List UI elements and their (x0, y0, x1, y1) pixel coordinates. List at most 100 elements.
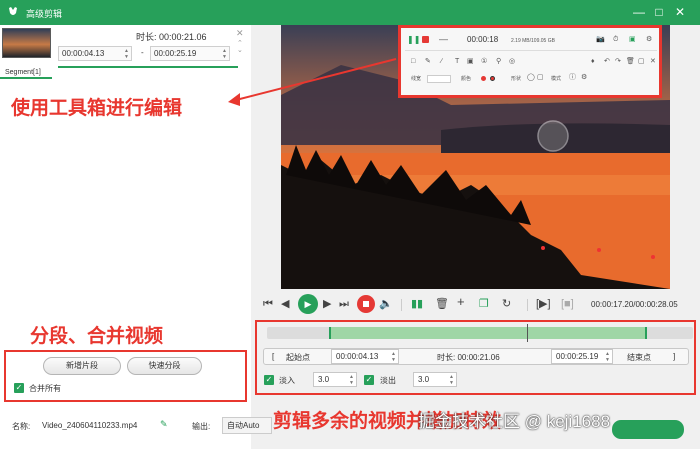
segment-start-time-field[interactable]: 00:00:04.13 ▲ ▼ (58, 46, 132, 61)
end-point-label[interactable]: 结束点 (627, 352, 651, 363)
start-point-label[interactable]: 起始点 (286, 352, 310, 363)
time-separator: - (141, 48, 144, 57)
segment-panel: Segment[1] 时长: 00:00:21.06 00:00:04.13 ▲… (0, 25, 251, 449)
segment-thumbnail[interactable] (2, 28, 51, 58)
line-tool-icon[interactable]: ∕ (441, 58, 442, 66)
callout-merge: 分段、合并视频 (30, 326, 164, 347)
fade-in-checkbox[interactable]: ✓ (264, 375, 274, 385)
move-down-icon[interactable]: ⌄ (237, 46, 243, 54)
stop-icon[interactable] (422, 36, 429, 43)
fade-in-value: 3.0 (318, 375, 330, 384)
pen-tool-icon[interactable]: ✎ (425, 58, 431, 66)
timer-icon[interactable]: ⏱ (613, 36, 618, 44)
settings-icon[interactable]: ⚙ (646, 36, 652, 44)
start-bracket: [ (272, 352, 275, 361)
add-icon[interactable]: + (457, 295, 465, 308)
image-tool-icon[interactable]: ▣ (467, 58, 474, 66)
color-swatch-red[interactable] (481, 76, 486, 81)
shape-circle-icon[interactable]: ◯ (527, 74, 535, 82)
copy-icon[interactable]: ❐ (479, 298, 489, 310)
spinner-icon[interactable]: ▲ ▼ (349, 374, 354, 386)
save-button[interactable] (612, 420, 684, 439)
playback-controls: ⏮ ◀ ▶ ▶ ⏭ 🔈 ▮▮ 🗑 + ❐ ↻ [▶] [■] 00:00:17.… (251, 293, 700, 315)
frame-forward-icon[interactable]: ▶ (323, 298, 331, 310)
save-snapshot-icon[interactable]: ▢ (638, 58, 645, 66)
minimize-toolbar-icon[interactable]: — (439, 35, 448, 44)
time-display: 00:00:17.20/00:00:28.05 (591, 300, 678, 309)
spinner-icon[interactable]: ▲ ▼ (605, 351, 610, 363)
delete-segment-icon[interactable]: ✕ (236, 28, 244, 39)
skip-start-icon[interactable]: ⏮ (263, 298, 273, 310)
trim-end-field[interactable]: 00:00:25.19 ▲ ▼ (551, 349, 613, 364)
fade-out-checkbox[interactable]: ✓ (364, 375, 374, 385)
new-segment-button[interactable]: 新增片段 (43, 357, 121, 375)
trim-end-time: 00:00:25.19 (556, 352, 599, 361)
reset-icon[interactable]: ↻ (502, 298, 511, 310)
mark-in-icon[interactable]: [▶] (536, 298, 551, 310)
play-icon[interactable]: ▶ (298, 294, 318, 314)
number-tool-icon[interactable]: ① (481, 58, 487, 66)
eraser-icon[interactable]: ♦ (591, 58, 595, 66)
segment-progress-bar (58, 66, 238, 68)
text-tool-icon[interactable]: T (455, 58, 459, 66)
color-label: 颜色 (461, 76, 472, 82)
rectangle-tool-icon[interactable]: □ (411, 58, 415, 66)
fade-in-field[interactable]: 3.0 ▲ ▼ (313, 372, 357, 387)
color-picker[interactable] (490, 76, 495, 81)
trim-start-time: 00:00:04.13 (336, 352, 379, 361)
skip-end-icon[interactable]: ⏭ (339, 298, 349, 310)
spinner-icon[interactable]: ▲ ▼ (449, 374, 454, 386)
help-icon[interactable]: ⓘ (569, 74, 576, 82)
minimize-icon[interactable]: — (632, 5, 646, 19)
volume-icon[interactable]: 🔈 (379, 298, 393, 310)
camera-icon[interactable]: 📷 (596, 36, 605, 44)
highlight-tool-icon[interactable]: ◎ (509, 58, 515, 66)
zoom-tool-icon[interactable]: ⚲ (496, 58, 501, 66)
shape-label: 形状 (511, 76, 522, 82)
mode-label: 模式 (551, 76, 562, 82)
spinner-icon[interactable]: ▲ ▼ (391, 351, 396, 363)
close-toolbar-icon[interactable]: ✕ (650, 58, 656, 66)
timeline-playhead[interactable] (527, 324, 528, 342)
fade-in-label: 淡入 (279, 376, 295, 385)
maximize-icon[interactable]: □ (652, 5, 666, 19)
mark-out-icon[interactable]: [■] (561, 298, 574, 310)
divider (401, 299, 402, 311)
quick-split-button[interactable]: 快速分段 (127, 357, 202, 375)
trim-start-field[interactable]: 00:00:04.13 ▲ ▼ (331, 349, 399, 364)
frame-back-icon[interactable]: ◀ (281, 298, 289, 310)
line-width-select[interactable] (427, 75, 451, 83)
fade-out-field[interactable]: 3.0 ▲ ▼ (413, 372, 457, 387)
spinner-icon[interactable]: ▲ ▼ (124, 48, 129, 60)
trim-duration: 时长: 00:00:21.06 (437, 353, 500, 362)
overlay-size: 2.19 MB/109.05 GB (511, 38, 555, 44)
merge-all-checkbox[interactable]: ✓ (14, 383, 24, 393)
segment-end-time: 00:00:25.19 (154, 49, 197, 58)
toolbox-icon[interactable]: ▣ (629, 36, 636, 44)
fade-out-label: 淡出 (380, 376, 396, 385)
info-icon[interactable]: ⚙ (581, 74, 587, 82)
split-icon[interactable]: ▮▮ (411, 298, 423, 310)
divider (405, 50, 657, 51)
segment-start-time: 00:00:04.13 (62, 49, 105, 58)
record-stop-icon[interactable] (357, 295, 375, 313)
timeline-track[interactable] (267, 324, 693, 342)
undo-icon[interactable]: ↶ (604, 58, 610, 66)
output-value: 自动Auto (227, 421, 260, 430)
shape-square-icon[interactable]: ▢ (537, 74, 544, 82)
segment-end-time-field[interactable]: 00:00:25.19 ▲ ▼ (150, 46, 230, 61)
file-name: Video_240604110233.mp4 (42, 421, 138, 430)
output-select[interactable]: 自动Auto (222, 417, 272, 434)
close-icon[interactable]: ✕ (673, 5, 687, 19)
redo-icon[interactable]: ↷ (615, 58, 621, 66)
app-logo-icon (9, 7, 17, 15)
watermark: 掘金技术社区 @ keji1688 (418, 412, 611, 431)
merge-all-label: 合并所有 (29, 384, 61, 393)
segment-duration: 时长: 00:00:21.06 (136, 32, 207, 42)
pause-icon[interactable]: ❚❚ (407, 36, 420, 44)
delete-icon[interactable]: 🗑 (435, 298, 449, 310)
timeline-selection[interactable] (329, 327, 647, 339)
edit-name-icon[interactable]: ✎ (160, 419, 168, 430)
callout-toolbox: 使用工具箱进行编辑 (11, 98, 183, 119)
clear-icon[interactable]: 🗑 (626, 58, 635, 66)
